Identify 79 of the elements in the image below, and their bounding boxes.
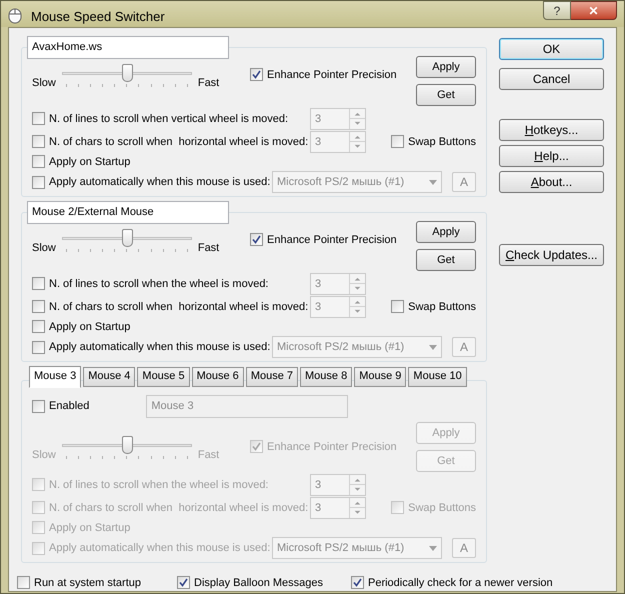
checkbox-label: Enhance Pointer Precision: [267, 232, 397, 246]
slow-label: Slow: [32, 76, 56, 90]
dialog-button[interactable]: OK: [499, 38, 604, 60]
dialog-button[interactable]: Check Updates...: [499, 244, 604, 266]
spin-value: 3: [314, 300, 322, 314]
checkbox[interactable]: [351, 576, 364, 590]
name-field[interactable]: Mouse 2/External Mouse: [27, 200, 229, 224]
checkmark-icon: [252, 442, 261, 451]
checkbox-label: Display Balloon Messages: [194, 576, 324, 590]
checkmark-icon: [252, 70, 261, 79]
device-value: Microsoft PS/2 мышь (#1): [277, 175, 406, 189]
checkbox-label: Enhance Pointer Precision: [267, 68, 397, 82]
dropdown-arrow-icon: [429, 546, 437, 550]
checkmark-icon: [252, 235, 261, 244]
checkmark-icon: [353, 578, 362, 588]
checkbox[interactable]: [32, 340, 45, 354]
slow-label: Slow: [32, 448, 56, 462]
dialog-button[interactable]: About...: [499, 170, 604, 192]
checkbox-label: Swap Buttons: [408, 300, 476, 314]
dialog-button[interactable]: Hotkeys...: [499, 118, 604, 140]
push-button[interactable]: Apply: [416, 56, 476, 78]
name-field[interactable]: AvaxHome.ws: [27, 36, 229, 58]
push-button[interactable]: Apply: [416, 220, 476, 242]
checkbox-label: Swap Buttons: [408, 500, 476, 514]
checkbox-label: Apply automatically when this mouse is used:: [49, 541, 270, 555]
checkbox[interactable]: [32, 320, 45, 333]
checkbox[interactable]: [32, 176, 45, 188]
checkbox-label: Apply on Startup: [49, 154, 130, 168]
dropdown-arrow-icon: [429, 344, 437, 350]
fast-label: Fast: [198, 76, 220, 90]
checkbox-label: Apply automatically when this mouse is used:: [49, 340, 270, 354]
mouse-icon: [8, 8, 22, 24]
fast-label: Fast: [198, 448, 220, 462]
checkbox-label: N. of lines to scroll when the wheel is moved:: [49, 478, 268, 492]
checkbox-label: N. of lines to scroll when vertical wheel is moved:: [49, 112, 288, 126]
spin-value: 3: [314, 134, 322, 150]
checkbox-label: Run at system startup: [34, 576, 141, 590]
checkbox-label: Apply on Startup: [49, 520, 130, 534]
checkbox[interactable]: [32, 300, 45, 313]
checkbox-label: N. of chars to scroll when horizontal wheel is moved:: [49, 134, 308, 148]
checkbox[interactable]: [32, 155, 45, 168]
checkbox-label: N. of chars to scroll when horizontal wheel is moved:: [49, 500, 308, 514]
slow-label: Slow: [32, 240, 56, 254]
checkbox-label: Apply on Startup: [49, 320, 130, 334]
spin-value: 3: [314, 500, 322, 516]
checkbox-label: Swap Buttons: [408, 134, 476, 148]
window-title: Mouse Speed Switcher: [31, 8, 165, 26]
checkbox-label: Periodically check for a newer version: [368, 576, 553, 590]
checkbox[interactable]: [250, 233, 263, 246]
push-button[interactable]: Get: [416, 84, 476, 106]
checkbox[interactable]: [250, 68, 263, 81]
checkbox-label: Enabled: [49, 399, 90, 413]
checkbox-label: Enhance Pointer Precision: [267, 440, 397, 454]
speed-slider[interactable]: [62, 64, 192, 88]
checkbox-label: N. of lines to scroll when the wheel is moved:: [49, 276, 268, 290]
slider-thumb[interactable]: [122, 228, 133, 246]
checkbox[interactable]: [17, 576, 30, 590]
checkmark-icon: [179, 578, 188, 588]
dropdown-arrow-icon: [429, 180, 437, 184]
help-button[interactable]: ?: [543, 1, 571, 20]
dialog-button[interactable]: Cancel: [499, 68, 604, 90]
checkbox[interactable]: [32, 135, 45, 148]
spin-value: 3: [314, 276, 322, 292]
spin-value: 3: [314, 478, 322, 492]
checkbox[interactable]: [177, 576, 190, 590]
speed-slider[interactable]: [62, 228, 192, 252]
checkbox[interactable]: [32, 112, 45, 125]
dialog-button[interactable]: Help...: [499, 144, 604, 166]
fast-label: Fast: [198, 240, 220, 254]
checkbox-label: Apply automatically when this mouse is used:: [49, 175, 270, 189]
spin-value: 3: [314, 112, 322, 126]
slider-thumb[interactable]: [122, 64, 133, 82]
checkbox[interactable]: [391, 300, 404, 313]
push-button[interactable]: Get: [416, 248, 476, 270]
checkbox-label: N. of chars to scroll when horizontal wheel is moved:: [49, 300, 308, 314]
device-value: Microsoft PS/2 мышь (#1): [277, 541, 406, 555]
checkbox[interactable]: [391, 135, 404, 148]
checkbox[interactable]: [32, 277, 45, 290]
device-value: Microsoft PS/2 мышь (#1): [277, 340, 406, 354]
